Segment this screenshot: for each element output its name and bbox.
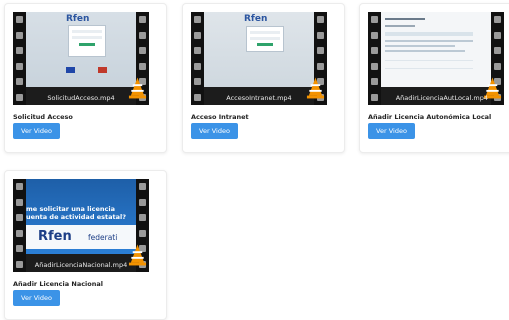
- video-filename: AñadirLicenciaNacional.mp4: [34, 261, 128, 269]
- login-form: [246, 26, 284, 52]
- thumbnail-screen: Rfen: [26, 12, 136, 87]
- video-thumbnail[interactable]: AñadirLicenciaAutLocal.mp4: [368, 12, 504, 105]
- ver-video-button[interactable]: Ver Video: [191, 123, 238, 139]
- eu-flag-icon: [66, 67, 75, 73]
- login-form: [68, 25, 106, 57]
- rfen-logo: Rfen: [66, 14, 90, 24]
- video-title: Solicitud Acceso: [13, 113, 73, 121]
- film-strip: [368, 12, 381, 105]
- video-card: AñadirLicenciaAutLocal.mp4 Añadir Licenc…: [359, 3, 509, 153]
- thumbnail-screen: Rfen: [204, 12, 314, 87]
- video-thumbnail[interactable]: Rfen AccesoIntranet.mp4: [191, 12, 327, 105]
- video-filename: AccesoIntranet.mp4: [226, 94, 292, 102]
- thumbnail-screen: me solicitar una licencia uenta de activ…: [26, 179, 136, 254]
- thumbnail-screen: [381, 12, 491, 87]
- thumbnail-question-line: me solicitar una licencia: [26, 205, 115, 213]
- video-card: me solicitar una licencia uenta de activ…: [4, 170, 167, 320]
- video-card: Rfen AccesoIntranet.mp4 Acceso Intranet …: [182, 3, 345, 153]
- film-strip: [191, 12, 204, 105]
- video-title: Acceso Intranet: [191, 113, 249, 121]
- video-thumbnail[interactable]: Rfen SolicitudAcceso.mp4: [13, 12, 149, 105]
- ver-video-button[interactable]: Ver Video: [13, 290, 60, 306]
- ver-video-button[interactable]: Ver Video: [13, 123, 60, 139]
- gov-logo-icon: [98, 67, 107, 73]
- rfen-logo: Rfen: [244, 14, 268, 24]
- film-strip: [13, 12, 26, 105]
- video-title: Añadir Licencia Nacional: [13, 280, 103, 288]
- video-title: Añadir Licencia Autonómica Local: [368, 113, 492, 121]
- ver-video-button[interactable]: Ver Video: [368, 123, 415, 139]
- video-thumbnail[interactable]: me solicitar una licencia uenta de activ…: [13, 179, 149, 272]
- film-strip: [13, 179, 26, 272]
- thumbnail-question-line: uenta de actividad estatal?: [26, 213, 127, 221]
- video-filename: AñadirLicenciaAutLocal.mp4: [395, 94, 488, 102]
- video-card: Rfen SolicitudAcceso.mp4 Solicitud Acces…: [4, 3, 167, 153]
- video-filename: SolicitudAcceso.mp4: [47, 94, 115, 102]
- rfen-logo: Rfen: [38, 229, 72, 244]
- federation-logo: federati: [88, 233, 118, 242]
